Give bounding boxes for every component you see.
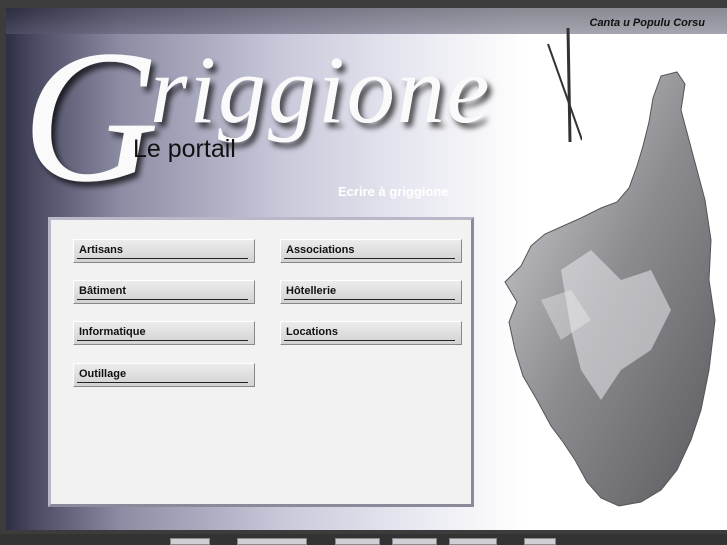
category-panel: Artisans Bâtiment Informatique Outillage… — [48, 217, 474, 507]
category-button-locations[interactable]: Locations — [280, 321, 462, 345]
category-label: Locations — [286, 326, 338, 338]
category-button-associations[interactable]: Associations — [280, 239, 462, 263]
category-button-artisans[interactable]: Artisans — [73, 239, 255, 263]
motto-text: Canta u Populu Corsu — [589, 17, 706, 29]
svg-text:riggione: riggione — [150, 36, 491, 143]
nav-button-6[interactable] — [524, 538, 556, 545]
nav-button-1[interactable] — [170, 538, 210, 545]
category-button-informatique[interactable]: Informatique — [73, 321, 255, 345]
tagline: Le portail — [133, 135, 236, 163]
site-logo: G riggione — [22, 12, 582, 200]
category-label: Bâtiment — [79, 285, 127, 297]
nav-button-5[interactable] — [449, 538, 497, 545]
category-label: Informatique — [79, 326, 146, 338]
category-label: Hôtellerie — [286, 285, 337, 297]
nav-button-2[interactable] — [237, 538, 307, 545]
category-label: Artisans — [79, 244, 124, 256]
category-button-outillage[interactable]: Outillage — [73, 363, 255, 387]
corsica-map-image — [504, 71, 716, 507]
svg-text:G: G — [22, 12, 159, 200]
category-button-batiment[interactable]: Bâtiment — [73, 280, 255, 304]
category-label: Outillage — [79, 368, 127, 380]
category-button-hotellerie[interactable]: Hôtellerie — [280, 280, 462, 304]
header-banner: Canta u Populu Corsu G riggione Le porta… — [6, 8, 727, 530]
nav-button-4[interactable] — [392, 538, 437, 545]
nav-button-3[interactable] — [335, 538, 380, 545]
contact-link[interactable]: Ecrire à griggione — [338, 184, 449, 199]
category-label: Associations — [286, 244, 355, 256]
